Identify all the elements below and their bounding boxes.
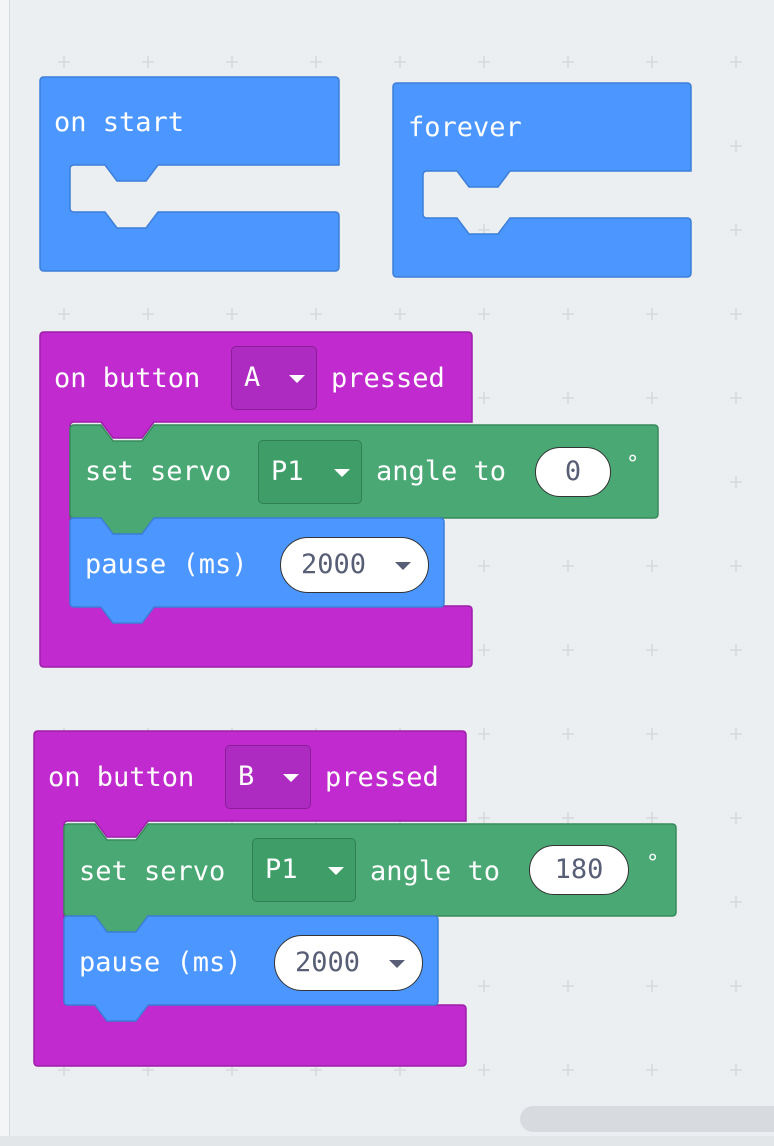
grid-marker (310, 56, 322, 68)
on-button-label: on button (54, 363, 201, 394)
pause-label: pause (ms) (85, 549, 248, 580)
grid-marker (478, 980, 490, 992)
degree-symbol: ° (646, 851, 660, 876)
grid-marker (226, 56, 238, 68)
angle-input-a[interactable]: 0 (535, 447, 611, 497)
grid-marker (478, 728, 490, 740)
grid-marker (730, 896, 742, 908)
grid-marker (730, 224, 742, 236)
blocks-workspace[interactable]: on start forever on button A pressed set… (0, 0, 774, 1146)
pause-duration-dropdown-b[interactable]: 2000 (274, 935, 423, 991)
grid-marker (646, 728, 658, 740)
chevron-down-icon (334, 469, 350, 477)
grid-marker (478, 392, 490, 404)
grid-marker (646, 980, 658, 992)
angle-input-b[interactable]: 180 (529, 845, 629, 895)
on-button-label: on button (48, 762, 195, 793)
grid-marker (646, 644, 658, 656)
grid-marker (562, 392, 574, 404)
grid-marker (394, 308, 406, 320)
servo-pin-dropdown-a[interactable]: P1 (258, 440, 362, 504)
pause-label: pause (ms) (79, 947, 242, 978)
grid-marker (646, 392, 658, 404)
grid-marker (478, 812, 490, 824)
grid-marker (226, 308, 238, 320)
servo-pin-value: P1 (265, 854, 298, 885)
grid-marker (730, 980, 742, 992)
chevron-down-icon (328, 867, 344, 875)
grid-marker (142, 308, 154, 320)
set-servo-label: set servo (79, 856, 226, 887)
grid-marker (730, 728, 742, 740)
grid-marker (730, 308, 742, 320)
grid-marker (646, 308, 658, 320)
chevron-down-icon (283, 774, 299, 782)
grid-marker (730, 140, 742, 152)
button-b-value: B (238, 761, 255, 792)
angle-to-label: angle to (376, 456, 507, 487)
grid-marker (646, 56, 658, 68)
pause-duration-value: 2000 (301, 549, 367, 580)
grid-marker (394, 56, 406, 68)
set-servo-label: set servo (85, 456, 232, 487)
grid-marker (310, 308, 322, 320)
grid-marker (478, 308, 490, 320)
grid-marker (730, 56, 742, 68)
grid-marker (478, 644, 490, 656)
grid-marker (562, 980, 574, 992)
horizontal-scrollbar[interactable] (520, 1106, 774, 1132)
pressed-label: pressed (325, 762, 439, 793)
on-start-label: on start (54, 107, 185, 138)
grid-marker (58, 308, 70, 320)
servo-pin-value: P1 (271, 456, 304, 487)
grid-marker (730, 392, 742, 404)
grid-marker (58, 56, 70, 68)
grid-marker (646, 560, 658, 572)
degree-symbol: ° (626, 452, 640, 477)
grid-marker (562, 308, 574, 320)
grid-marker (562, 812, 574, 824)
pressed-label: pressed (331, 363, 445, 394)
grid-marker (562, 560, 574, 572)
chevron-down-icon (289, 375, 305, 383)
grid-marker (562, 56, 574, 68)
grid-marker (730, 1064, 742, 1076)
grid-marker (562, 1064, 574, 1076)
grid-marker (562, 644, 574, 656)
grid-marker (562, 728, 574, 740)
grid-marker (478, 560, 490, 572)
chevron-down-icon (389, 960, 405, 968)
grid-marker (730, 560, 742, 572)
grid-marker (478, 1064, 490, 1076)
button-a-value: A (244, 362, 261, 393)
grid-marker (730, 476, 742, 488)
grid-marker (730, 812, 742, 824)
grid-marker (646, 812, 658, 824)
grid-marker (142, 56, 154, 68)
forever-label: forever (408, 112, 522, 143)
chevron-down-icon (395, 562, 411, 570)
pause-duration-dropdown-a[interactable]: 2000 (280, 537, 429, 593)
pause-duration-value: 2000 (295, 947, 361, 978)
button-a-dropdown[interactable]: A (231, 346, 317, 410)
workspace-bottom-edge (0, 1136, 774, 1146)
button-b-dropdown[interactable]: B (225, 745, 311, 809)
grid-marker (730, 644, 742, 656)
grid-marker (646, 1064, 658, 1076)
angle-to-label: angle to (370, 856, 501, 887)
grid-marker (478, 56, 490, 68)
servo-pin-dropdown-b[interactable]: P1 (252, 838, 356, 902)
